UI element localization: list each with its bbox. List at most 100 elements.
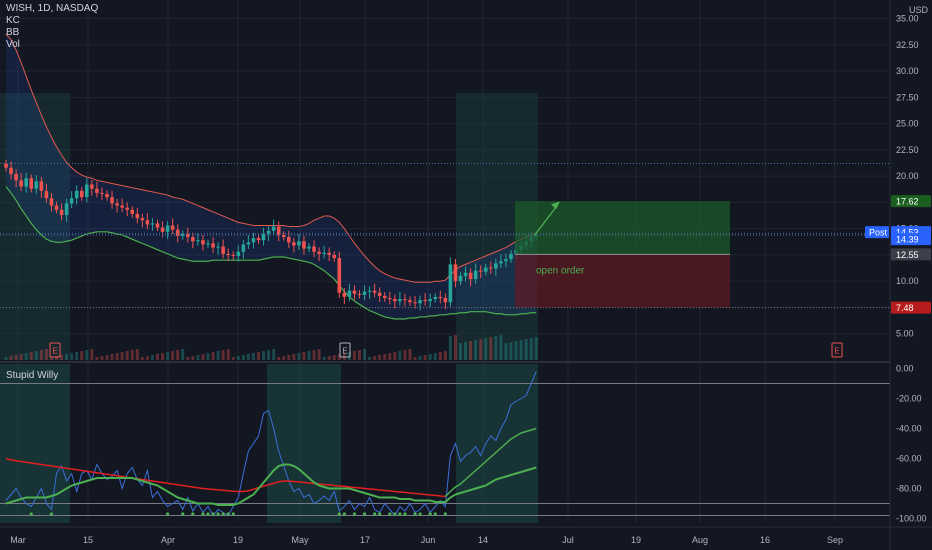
candle-body — [180, 233, 185, 237]
price-tick-label: 30.00 — [896, 66, 919, 76]
candle-body — [367, 290, 372, 292]
indicator-vol-label[interactable]: Vol — [6, 39, 98, 51]
signal-dot — [166, 512, 170, 516]
candle-body — [221, 246, 225, 254]
candle-body — [357, 293, 362, 295]
time-tick-label: 19 — [233, 535, 243, 545]
volume-bar — [211, 352, 215, 360]
signal-dot — [388, 512, 392, 516]
volume-bar — [130, 350, 134, 360]
candle-body — [59, 209, 64, 215]
candle-body — [393, 299, 397, 302]
volume-bar — [262, 351, 266, 360]
signal-dot — [403, 512, 407, 516]
candle-body — [14, 174, 18, 181]
volume-bar — [221, 350, 225, 360]
candle-body — [120, 205, 124, 208]
candle-body — [19, 180, 23, 187]
candle-body — [165, 225, 170, 232]
volume-bar — [226, 349, 230, 360]
earnings-marker-label: E — [52, 347, 57, 356]
volume-bar — [135, 349, 139, 360]
volume-bar — [277, 357, 281, 360]
volume-bar — [105, 355, 109, 360]
volume-bar — [75, 352, 79, 360]
time-tick-label: Sep — [827, 535, 843, 545]
candle-body — [382, 295, 387, 299]
candle-body — [337, 258, 342, 293]
volume-bar — [201, 354, 205, 360]
volume-bar — [448, 336, 452, 360]
signal-dot — [362, 512, 367, 516]
signal-dot — [201, 512, 205, 516]
volume-bar — [236, 356, 240, 360]
candle-body — [231, 254, 236, 256]
candle-body — [292, 242, 296, 246]
candle-body — [312, 246, 316, 252]
candle-body — [201, 240, 205, 245]
candle-body — [499, 261, 503, 264]
candle-body — [473, 270, 478, 280]
volume-bar — [312, 350, 316, 360]
volume-bar — [231, 357, 235, 360]
volume-bar — [196, 355, 200, 360]
candle-body — [256, 238, 261, 241]
volume-bar — [499, 335, 503, 360]
volume-bar — [443, 351, 447, 360]
signal-dot — [378, 512, 382, 516]
candle-body — [90, 184, 94, 189]
volume-bar — [267, 350, 271, 360]
candle-body — [24, 178, 28, 187]
volume-bar — [246, 354, 250, 360]
volume-bar — [519, 340, 523, 360]
volume-bar — [272, 349, 276, 360]
signal-dot — [443, 512, 447, 516]
volume-bar — [302, 352, 306, 360]
volume-bar — [408, 349, 412, 360]
volume-bar — [181, 349, 185, 360]
oscillator-tick-label: -100.00 — [896, 514, 927, 524]
candle-body — [69, 198, 74, 204]
indicator-bb-label[interactable]: BB — [6, 27, 98, 39]
volume-bar — [115, 353, 119, 360]
candle-body — [408, 300, 412, 303]
candle-body — [478, 270, 483, 272]
candle-body — [377, 292, 382, 296]
signal-dot — [221, 512, 225, 516]
oscillator-legend[interactable]: Stupid Willy — [6, 370, 58, 382]
oscillator-tick-label: -80.00 — [896, 484, 922, 494]
candle-body — [105, 193, 109, 198]
volume-bar — [332, 355, 336, 360]
volume-bar — [14, 355, 18, 360]
volume-bar — [423, 355, 427, 360]
symbol-title[interactable]: WISH, 1D, NASDAQ — [6, 3, 98, 15]
candle-body — [413, 302, 417, 304]
time-tick-label: Mar — [10, 535, 26, 545]
price-tick-label: 10.00 — [896, 276, 919, 286]
candle-body — [150, 223, 155, 225]
signal-dot — [398, 512, 402, 516]
volume-bar — [494, 336, 498, 360]
signal-dot — [393, 512, 397, 516]
signal-dot — [433, 512, 437, 516]
volume-bar — [95, 357, 99, 360]
volume-bar — [24, 353, 28, 360]
volume-bar — [529, 338, 533, 360]
chart-canvas[interactable]: open orderE E EUSD35.0032.5030.0027.5025.0… — [0, 0, 932, 550]
candle-body — [418, 300, 422, 304]
volume-bar — [100, 356, 104, 360]
candle-body — [453, 264, 458, 282]
earnings-marker-label: E — [834, 347, 839, 356]
post-price-tag-label: Post — [869, 228, 888, 238]
chart-legend: WISH, 1D, NASDAQ KC BB Vol — [6, 3, 98, 51]
time-tick-label: Aug — [692, 535, 708, 545]
candle-body — [115, 203, 119, 206]
indicator-kc-label[interactable]: KC — [6, 15, 98, 27]
candle-body — [74, 190, 79, 199]
volume-bar — [469, 341, 473, 360]
volume-bar — [65, 354, 69, 360]
volume-bar — [29, 352, 33, 360]
volume-bar — [251, 353, 255, 360]
price-axis-bg — [890, 0, 932, 550]
candle-body — [95, 188, 99, 193]
